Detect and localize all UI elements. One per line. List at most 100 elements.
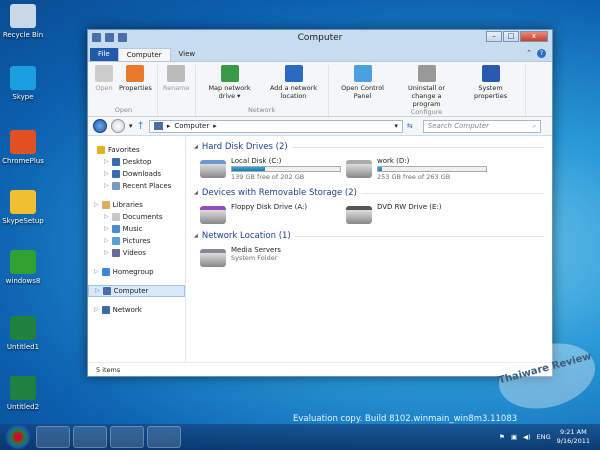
new-folder-icon[interactable] [118,33,127,42]
item-detail: 139 GB free of 202 GB [231,173,305,181]
recent-locations-icon[interactable]: ▾ [129,122,133,130]
path-separator[interactable]: ▸ [213,122,217,130]
nav-item[interactable]: ▷ Pictures [88,235,185,247]
desktop-icon[interactable]: SkypeSetup [0,190,46,225]
close-button[interactable]: x [520,31,548,42]
expand-icon[interactable]: ▷ [104,211,109,223]
nav-item[interactable]: ▷ Videos [88,247,185,259]
desktop-icon[interactable]: Untitled1 [0,316,46,351]
drive-item[interactable]: Local Disk (C:) 139 GB free of 202 GB [200,157,346,181]
desktop-icon-label: Untitled2 [6,403,40,411]
language-indicator[interactable]: ENG [537,433,551,441]
desktop-icon-label: SkypeSetup [2,217,44,225]
collapse-icon[interactable]: ◢ [194,233,198,239]
nav-item[interactable]: ▷ Recent Places [88,180,185,192]
expand-icon[interactable]: ▷ [104,168,109,180]
tab-computer[interactable]: Computer [117,48,171,61]
collapse-icon[interactable]: ◢ [194,190,198,196]
forward-button[interactable] [111,119,125,133]
expand-icon[interactable]: ▷ [94,266,99,278]
refresh-icon[interactable]: ⇆ [407,122,413,130]
minimize-button[interactable]: – [486,31,502,42]
ribbon-button[interactable]: System properties [460,65,522,108]
volume-icon[interactable]: ◀) [523,433,531,441]
section-header[interactable]: ◢ Hard Disk Drives (2) [194,142,544,152]
ribbon-button[interactable]: Map network drive ▾ [199,65,261,106]
expand-icon[interactable]: ▷ [104,247,109,259]
ribbon-button-label: Rename [162,84,190,92]
desktop-icon[interactable]: windows8 [0,250,46,285]
network-icon[interactable]: ▣ [511,433,517,441]
nav-item[interactable]: Favorites [88,144,185,156]
path-separator[interactable]: ▸ [167,122,171,130]
back-button[interactable] [93,119,107,133]
expand-icon[interactable]: ▷ [104,235,109,247]
expand-icon[interactable]: ▷ [104,156,109,168]
desktop-icon[interactable]: Skype [0,66,46,101]
title-bar[interactable]: Computer – □ x [88,30,552,47]
expand-icon[interactable]: ▷ [94,304,99,316]
flag-icon[interactable]: ⚑ [499,433,505,441]
nav-item[interactable]: ▷ Documents [88,211,185,223]
nav-item[interactable]: ▷ Computer [88,285,185,297]
taskbar-paint[interactable] [147,426,181,448]
drive-item[interactable]: Floppy Disk Drive (A:) [200,203,346,224]
expand-icon[interactable]: ▷ [95,285,100,297]
tab-file[interactable]: File [90,48,118,61]
ribbon-button[interactable]: Rename [161,65,192,106]
nav-item[interactable]: ▷ Libraries [88,199,185,211]
nav-item-icon [111,213,120,221]
item-detail: 253 GB free of 263 GB [377,173,451,181]
expand-icon[interactable]: ▷ [104,180,109,192]
expand-icon[interactable]: ▷ [94,199,99,211]
nav-item-icon [111,225,120,233]
up-icon[interactable]: ↑ [137,121,145,132]
address-input[interactable]: ▸ Computer ▸ ▾ [148,119,403,133]
taskbar-chromeplus[interactable] [73,426,107,448]
ribbon-button-label: Map network drive ▾ [208,84,251,100]
collapse-icon[interactable]: ◢ [194,144,198,150]
expand-icon[interactable]: ▷ [104,223,109,235]
section-title: Hard Disk Drives (2) [201,142,288,152]
search-input[interactable]: Search Computer ⌕ [422,119,541,133]
nav-item-icon [97,146,105,154]
desktop-icon[interactable]: Recycle Bin [0,4,46,39]
properties-icon[interactable] [105,33,114,42]
ribbon-button[interactable]: Add a network location [263,65,325,106]
start-button[interactable] [4,425,32,449]
ribbon-button-label: Open [95,84,113,92]
explorer-window: Computer – □ x File Computer View ⌃? Open P… [87,29,553,377]
drive-item[interactable]: Media Servers System Folder [200,246,346,267]
desktop-icon-label: ChromePlus [2,157,44,165]
section-header[interactable]: ◢ Network Location (1) [194,231,544,241]
drive-item[interactable]: DVD RW Drive (E:) [346,203,492,224]
taskbar-network[interactable] [110,426,144,448]
ribbon-button[interactable]: Open [93,65,115,106]
nav-item-icon [111,158,120,166]
ribbon-button[interactable]: Open Control Panel [332,65,394,108]
help-icon[interactable]: ? [537,49,546,58]
skype-icon [10,66,36,90]
ribbon-button[interactable]: Uninstall or change a program [396,65,458,108]
breadcrumb-computer[interactable]: Computer [174,122,209,130]
nav-item[interactable]: ▷ Desktop [88,156,185,168]
desktop-icon[interactable]: Untitled2 [0,376,46,411]
nav-item[interactable]: ▷ Network [88,304,185,316]
item-name: Local Disk (C:) [231,157,282,165]
nav-item[interactable]: ▷ Downloads [88,168,185,180]
taskbar-explorer[interactable] [36,426,70,448]
ribbon-button[interactable]: Properties [117,65,154,106]
untitled2-icon [10,376,36,400]
tab-view[interactable]: View [171,48,204,61]
drive-item[interactable]: work (D:) 253 GB free of 263 GB [346,157,492,181]
computer-icon[interactable] [92,33,101,42]
desktop-icon[interactable]: ChromePlus [0,130,46,165]
nav-item-label: Downloads [122,170,162,178]
maximize-button[interactable]: □ [503,31,519,42]
dropdown-icon[interactable]: ▾ [394,122,398,130]
section-header[interactable]: ◢ Devices with Removable Storage (2) [194,188,544,198]
clock[interactable]: 9:21 AM 9/16/2011 [557,428,590,446]
minimize-ribbon-icon[interactable]: ⌃ [526,49,532,58]
nav-item[interactable]: ▷ Homegroup [88,266,185,278]
nav-item[interactable]: ▷ Music [88,223,185,235]
